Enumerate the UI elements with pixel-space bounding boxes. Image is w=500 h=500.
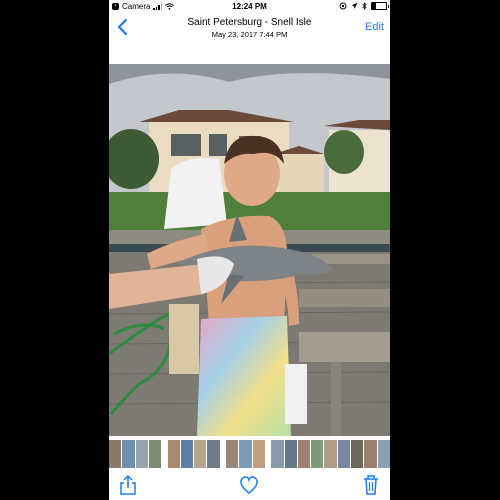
bottom-toolbar <box>109 470 390 500</box>
bluetooth-icon <box>362 2 367 10</box>
photos-app: ‹ Camera 12:24 PM Saint Petersburg - Sne… <box>109 0 390 500</box>
share-icon[interactable] <box>117 474 139 496</box>
location-title: Saint Petersburg - Snell Isle <box>187 17 312 28</box>
thumbnail[interactable] <box>135 440 148 468</box>
thumbnail[interactable] <box>377 440 390 468</box>
thumbnail[interactable] <box>364 440 377 468</box>
thumbnail[interactable] <box>252 440 265 468</box>
date-subtitle: May 23, 2017 7:44 PM <box>211 30 288 39</box>
photo-view[interactable] <box>109 64 390 436</box>
trash-icon[interactable] <box>360 474 382 496</box>
thumbnail-gap <box>220 440 225 468</box>
thumbnail[interactable] <box>207 440 220 468</box>
navigation-bar: Saint Petersburg - Snell Isle May 23, 20… <box>109 14 390 42</box>
battery-icon <box>371 2 389 10</box>
thumbnail[interactable] <box>194 440 207 468</box>
thumbnail-gap <box>265 440 271 468</box>
thumbnail[interactable] <box>284 440 297 468</box>
thumbnail[interactable] <box>122 440 135 468</box>
location-icon <box>351 2 358 9</box>
thumbnail[interactable] <box>350 440 364 468</box>
thumbnail[interactable] <box>337 440 350 468</box>
thumbnail[interactable] <box>324 440 337 468</box>
thumbnail-gap <box>162 440 167 468</box>
orientation-lock-icon <box>339 2 347 10</box>
thumbnail-strip[interactable] <box>109 440 390 468</box>
thumbnail[interactable] <box>109 440 122 468</box>
thumbnail[interactable] <box>180 440 194 468</box>
thumbnail[interactable] <box>271 440 284 468</box>
heart-icon[interactable] <box>238 474 260 496</box>
status-right <box>339 2 389 10</box>
thumbnail[interactable] <box>239 440 252 468</box>
photo-image <box>109 64 390 436</box>
thumbnail[interactable] <box>311 440 324 468</box>
status-bar: ‹ Camera 12:24 PM <box>109 0 390 14</box>
edit-button[interactable]: Edit <box>365 21 384 33</box>
thumbnail[interactable] <box>148 440 162 468</box>
battery-fill <box>372 3 376 9</box>
thumbnail[interactable] <box>167 440 180 468</box>
thumbnail[interactable] <box>226 440 239 468</box>
thumbnail[interactable] <box>297 440 311 468</box>
